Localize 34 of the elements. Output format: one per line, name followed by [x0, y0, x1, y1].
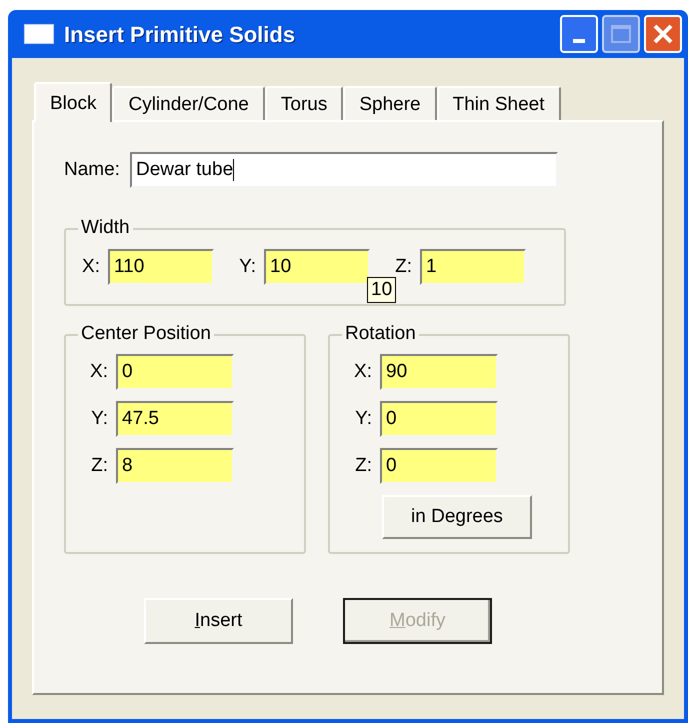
minimize-button[interactable]	[560, 15, 598, 53]
field-label: Z:	[90, 454, 108, 478]
tooltip: 10	[367, 277, 396, 303]
close-button[interactable]	[644, 15, 682, 53]
tab[interactable]: Cylinder/Cone	[112, 86, 265, 120]
input-field[interactable]: 1	[420, 249, 526, 285]
input-field[interactable]: 90	[380, 354, 498, 390]
degrees-button[interactable]: in Degrees	[382, 495, 532, 539]
tab[interactable]: Thin Sheet	[436, 86, 561, 120]
field-label: X:	[81, 254, 100, 279]
maximize-button[interactable]	[602, 15, 640, 53]
field-label: X:	[353, 360, 372, 384]
input-field[interactable]: 0	[380, 401, 498, 437]
input-field[interactable]: 0	[380, 448, 498, 484]
field-label: Z:	[354, 454, 372, 478]
input-field[interactable]: 47.5	[116, 401, 234, 437]
window-icon	[24, 24, 54, 44]
field-label: Y:	[238, 254, 256, 279]
name-field[interactable]: Dewar tube	[130, 152, 558, 188]
window-title: Insert Primitive Solids	[64, 20, 296, 48]
name-label: Name:	[64, 158, 120, 182]
field-label: Y:	[354, 406, 372, 431]
tab[interactable]: Torus	[264, 86, 344, 120]
tab[interactable]: Sphere	[343, 86, 437, 120]
input-field[interactable]: 110	[108, 249, 214, 285]
close-icon	[652, 23, 674, 45]
tab[interactable]: Block	[34, 82, 112, 122]
input-field[interactable]: 8	[116, 448, 234, 484]
field-label: Y:	[90, 406, 108, 431]
input-field[interactable]: 0	[116, 354, 234, 390]
field-label: Z:	[394, 254, 412, 279]
field-label: X:	[89, 360, 108, 384]
input-field[interactable]: 10	[264, 249, 370, 285]
dialog-button[interactable]: Insert	[144, 598, 293, 644]
